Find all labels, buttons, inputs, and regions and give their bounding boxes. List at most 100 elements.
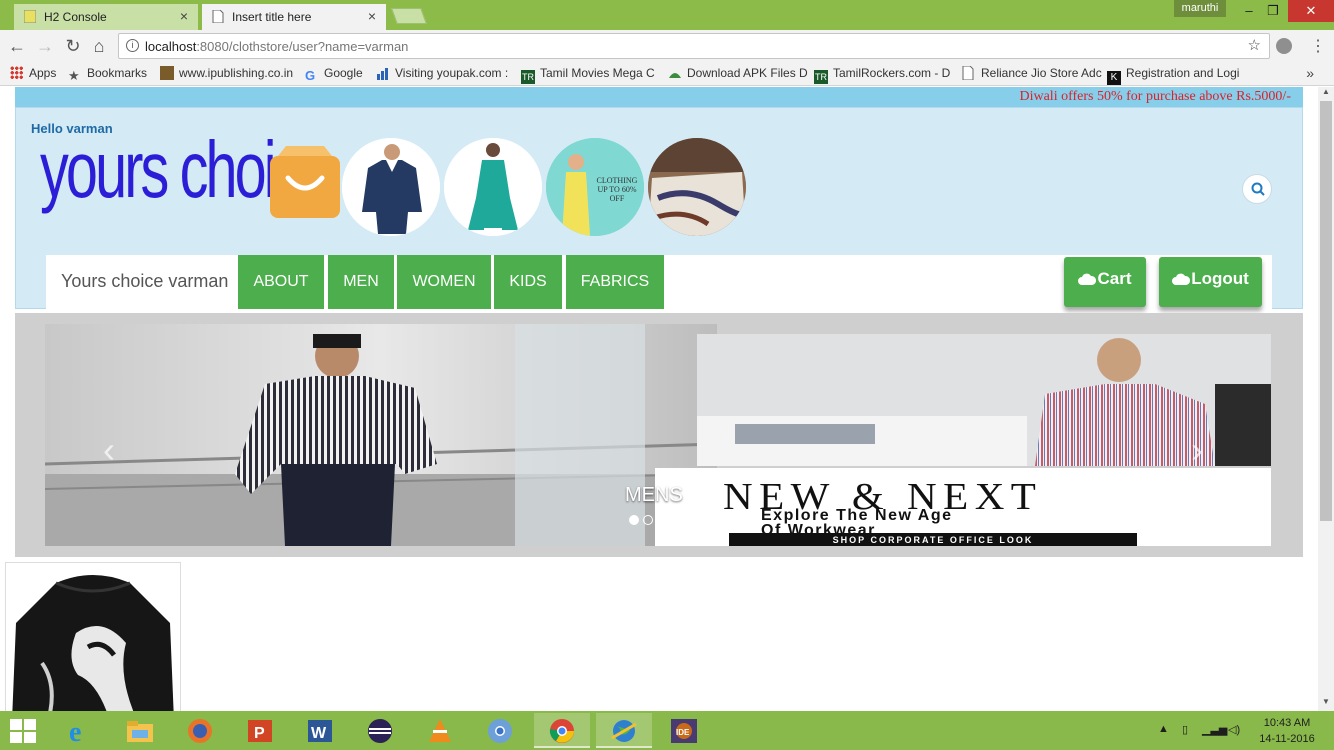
carousel-dot-2[interactable] — [643, 515, 653, 525]
promo-line-1: Explore The New Age — [761, 507, 953, 524]
volume-icon[interactable]: ◁) — [1228, 723, 1240, 736]
scroll-up-icon[interactable]: ▲ — [1318, 87, 1334, 101]
nav-kids[interactable]: KIDS — [494, 255, 562, 309]
page-viewport: Diwali offers 50% for purchase above Rs.… — [0, 87, 1318, 711]
tr-icon: TR — [521, 70, 535, 84]
apps-grid-icon — [10, 66, 23, 79]
nav-men[interactable]: MEN — [328, 255, 394, 309]
reload-icon[interactable]: ↻ — [62, 35, 84, 57]
powerpoint-icon[interactable]: P — [232, 713, 288, 748]
product-card[interactable] — [5, 562, 181, 711]
kids-offer-label: CLOTHING UP TO 60% OFF — [596, 176, 638, 203]
bookmark-registration[interactable]: K Registration and Logi — [1107, 66, 1239, 85]
page-scrollbar[interactable]: ▲ ▼ — [1318, 87, 1334, 711]
file-explorer-icon[interactable] — [112, 713, 168, 748]
taskbar-clock[interactable]: 10:43 AM 14-11-2016 — [1252, 715, 1322, 747]
carousel-dot-1[interactable] — [629, 515, 639, 525]
offer-text: Diwali offers 50% for purchase above Rs.… — [1019, 89, 1291, 104]
tab-insert-title[interactable]: Insert title here × — [202, 4, 386, 30]
clock-date: 14-11-2016 — [1259, 733, 1315, 745]
bookmark-tamilrockers[interactable]: TR TamilRockers.com - D — [814, 66, 950, 84]
firefox-icon[interactable] — [172, 713, 228, 748]
android-icon — [668, 66, 682, 80]
bookmark-apps[interactable]: Apps — [10, 66, 56, 80]
search-button[interactable] — [1242, 174, 1272, 204]
java-ee-ide-icon[interactable]: IDE — [656, 713, 712, 748]
close-window-button[interactable]: ✕ — [1288, 0, 1334, 22]
word-icon[interactable]: W — [292, 713, 348, 748]
new-tab-button[interactable] — [391, 8, 427, 24]
clock-time: 10:43 AM — [1263, 717, 1311, 729]
home-icon[interactable]: ⌂ — [88, 35, 110, 57]
site-icon — [160, 66, 174, 80]
windows-taskbar: e P W IDE ▲ ▯ ▁▃▅ ◁) 10:43 AM 14-11-2016 — [0, 711, 1334, 750]
logout-button[interactable]: Logout — [1159, 257, 1262, 307]
category-kids-clothing[interactable]: CLOTHING UP TO 60% OFF — [546, 138, 644, 236]
site-header: Hello varman yours choice CLOTHING UP TO… — [15, 107, 1303, 309]
cart-button[interactable]: Cart — [1064, 257, 1146, 307]
k-icon: K — [1107, 71, 1121, 85]
info-icon[interactable]: i — [126, 39, 139, 52]
eclipse-icon[interactable] — [352, 713, 408, 748]
tr-icon: TR — [814, 70, 828, 84]
network-globe-icon[interactable] — [596, 713, 652, 748]
bookmarks-bar: Apps ★ Bookmarks www.ipublishing.co.in GG… — [0, 62, 1334, 86]
address-bar[interactable]: i localhost:8080/clothstore/user?name=va… — [118, 33, 1270, 59]
category-fabrics-bedsheet[interactable] — [648, 138, 746, 236]
bookmark-star-icon[interactable]: ☆ — [1248, 36, 1261, 54]
close-tab-icon[interactable]: × — [180, 8, 188, 24]
navbar-brand[interactable]: Yours choice varman — [61, 271, 228, 292]
page-icon — [962, 65, 976, 81]
forward-arrow-icon[interactable]: → — [34, 35, 56, 57]
bookmark-youpak[interactable]: Visiting youpak.com : — [376, 66, 508, 80]
bookmark-google[interactable]: G Google — [305, 66, 363, 83]
url-host: localhost — [145, 39, 197, 54]
bookmark-apk[interactable]: Download APK Files D — [668, 66, 808, 80]
scroll-thumb[interactable] — [1320, 101, 1332, 521]
internet-explorer-icon[interactable]: e — [52, 713, 108, 748]
svg-text:P: P — [254, 725, 265, 742]
close-tab-icon[interactable]: × — [368, 8, 376, 24]
cloud-icon — [1172, 270, 1191, 290]
menu-dots-icon[interactable]: ⋮ — [1310, 36, 1326, 56]
nav-fabrics[interactable]: FABRICS — [566, 255, 664, 309]
scroll-down-icon[interactable]: ▼ — [1318, 697, 1334, 711]
promo-band[interactable]: SHOP CORPORATE OFFICE LOOK — [729, 533, 1137, 546]
carousel-dot-4[interactable] — [671, 515, 681, 525]
vlc-icon[interactable] — [412, 713, 468, 748]
star-icon: ★ — [68, 68, 80, 83]
carousel-dot-3[interactable] — [657, 515, 667, 525]
browser-titlebar: H2 Console × Insert title here × maruthi… — [0, 0, 1334, 30]
bookmark-tamil-movies[interactable]: TR Tamil Movies Mega C — [521, 66, 655, 84]
carousel-next-icon[interactable]: › — [1191, 429, 1203, 471]
nav-about[interactable]: ABOUT — [238, 255, 324, 309]
cart-label: Cart — [1097, 269, 1132, 288]
signal-icon[interactable]: ▁▃▅ — [1202, 723, 1227, 736]
extension-icon[interactable] — [1276, 38, 1292, 54]
bookmark-reliance-jio[interactable]: Reliance Jio Store Adc — [962, 65, 1102, 81]
back-arrow-icon[interactable]: ← — [6, 35, 28, 57]
tray-overflow-icon[interactable]: ▲ — [1158, 723, 1169, 735]
google-icon: G — [305, 68, 316, 83]
nav-women[interactable]: WOMEN — [397, 255, 491, 309]
main-navbar: Yours choice varman ABOUT MEN WOMEN KIDS… — [46, 255, 1272, 309]
bookmark-bookmarks[interactable]: ★ Bookmarks — [68, 66, 147, 83]
chromium-icon[interactable] — [472, 713, 528, 748]
tab-h2-console[interactable]: H2 Console × — [14, 4, 198, 30]
profile-chip[interactable]: maruthi — [1174, 0, 1226, 17]
carousel-caption: MENS — [625, 484, 683, 506]
hero-carousel: ‹ › NEW & NEXT Explore The New Age Of Wo… — [15, 313, 1303, 557]
tab-label: Insert title here — [232, 10, 312, 24]
carousel-prev-icon[interactable]: ‹ — [103, 429, 115, 471]
battery-icon[interactable]: ▯ — [1182, 723, 1188, 736]
page-icon — [212, 9, 224, 24]
bookmark-ipublishing[interactable]: www.ipublishing.co.in — [160, 66, 293, 80]
category-womens-kurti[interactable] — [444, 138, 542, 236]
shopping-bag-icon — [270, 146, 340, 218]
category-mens-shirt[interactable] — [342, 138, 440, 236]
carousel-slide: ‹ › NEW & NEXT Explore The New Age Of Wo… — [45, 324, 1271, 546]
windows-start-icon[interactable] — [10, 719, 36, 748]
restore-button[interactable]: ❐ — [1258, 0, 1288, 22]
chrome-icon[interactable] — [534, 713, 590, 748]
bookmarks-overflow-icon[interactable]: » — [1306, 65, 1314, 81]
